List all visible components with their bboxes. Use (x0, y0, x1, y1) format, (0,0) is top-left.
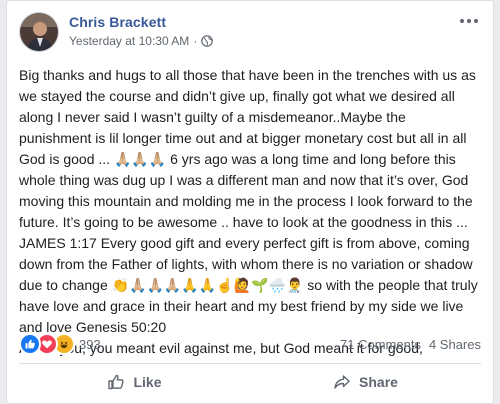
share-button[interactable]: Share (250, 365, 481, 399)
post-timestamp[interactable]: Yesterday at 10:30 AM (69, 34, 189, 48)
comments-count-link[interactable]: 71 Comments (340, 337, 421, 352)
like-button[interactable]: Like (19, 365, 250, 399)
shares-count-link[interactable]: 4 Shares (429, 337, 481, 352)
engagement-counts: 71 Comments 4 Shares (340, 337, 481, 352)
share-label: Share (359, 374, 398, 390)
post-card: Chris Brackett Yesterday at 10:30 AM · B… (6, 0, 494, 404)
avatar-image (20, 13, 58, 51)
more-options-icon[interactable] (457, 14, 481, 28)
post-meta: Yesterday at 10:30 AM · (69, 34, 214, 48)
post-stats: 393 71 Comments 4 Shares (19, 333, 481, 355)
meta-separator: · (193, 34, 198, 48)
thumbs-up-icon (108, 374, 125, 390)
post-text-paragraph: Big thanks and hugs to all those that ha… (19, 67, 478, 335)
like-label: Like (133, 374, 162, 390)
like-reaction-icon (19, 333, 41, 355)
share-arrow-icon (334, 375, 350, 389)
action-divider (19, 363, 481, 364)
more-dot (460, 19, 464, 23)
avatar[interactable] (19, 12, 59, 52)
post-actions: Like Share (19, 365, 481, 399)
post-body: Big thanks and hugs to all those that ha… (19, 65, 481, 359)
reaction-summary[interactable]: 393 (19, 333, 101, 355)
more-dot (474, 19, 478, 23)
author-name[interactable]: Chris Brackett (69, 14, 166, 30)
globe-icon[interactable] (201, 35, 214, 47)
reaction-count: 393 (79, 336, 101, 352)
more-dot (467, 19, 471, 23)
post-header: Chris Brackett Yesterday at 10:30 AM · (19, 12, 481, 60)
